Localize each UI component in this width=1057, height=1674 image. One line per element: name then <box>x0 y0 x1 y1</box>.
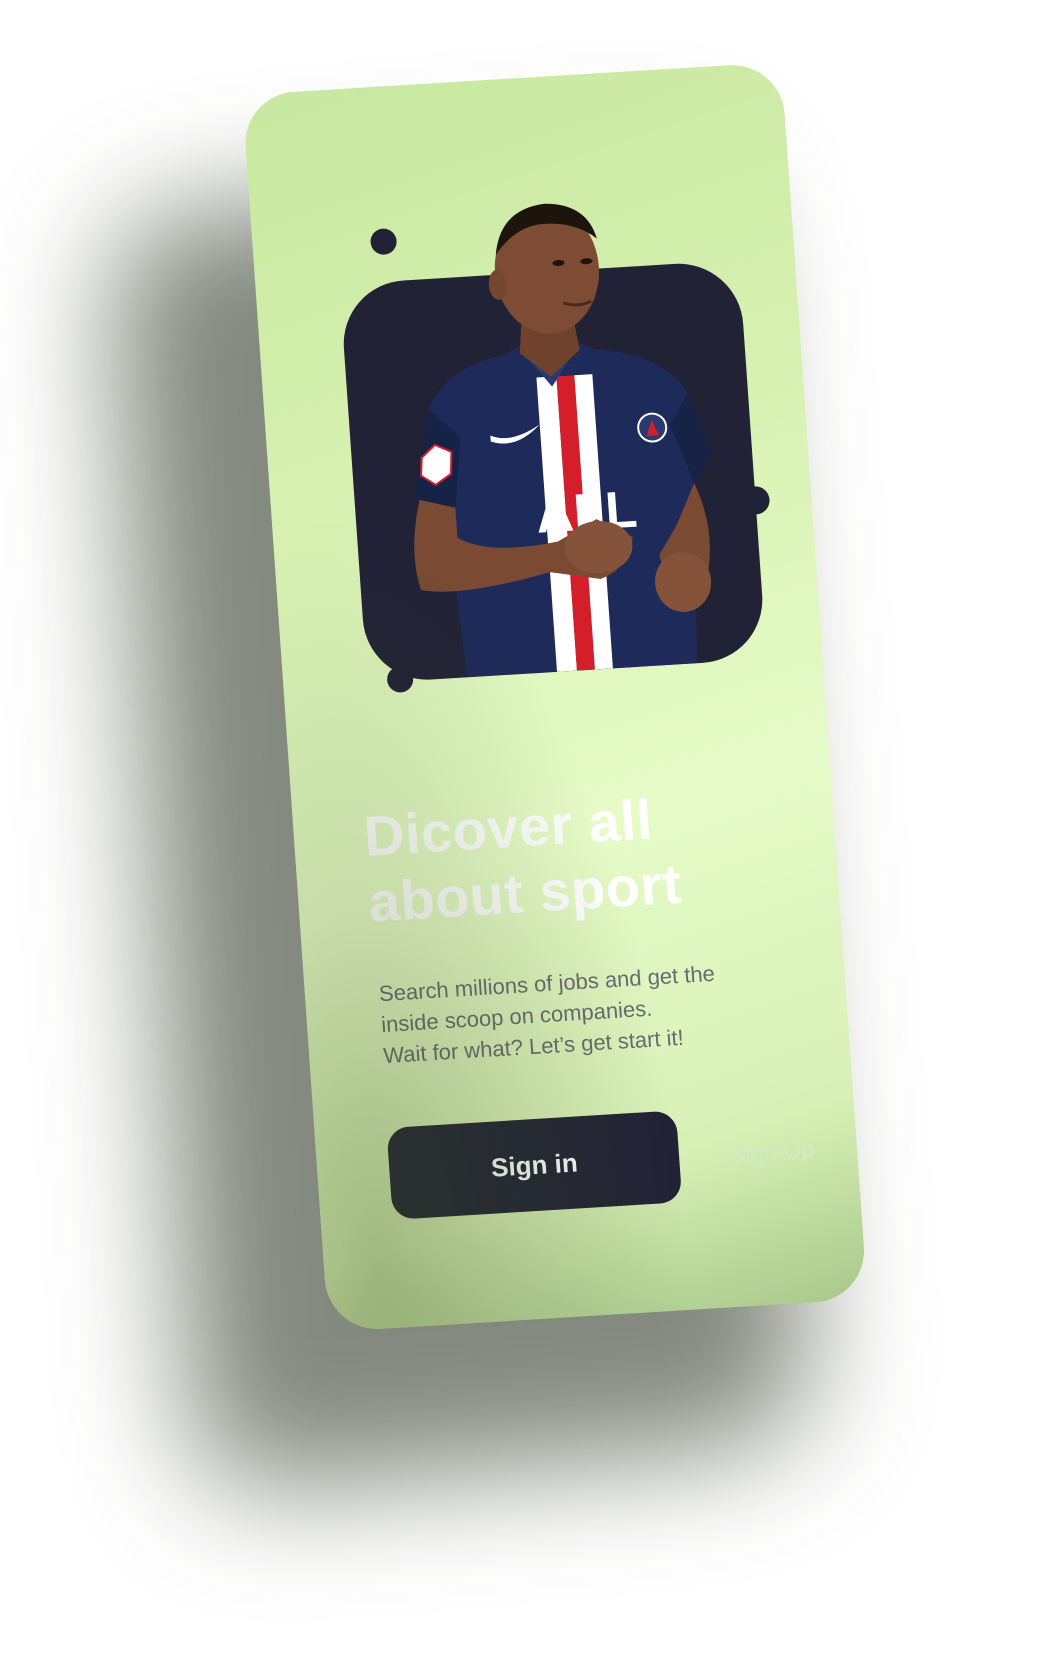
player-illustration: ALL <box>414 203 713 678</box>
sign-in-button[interactable]: Sign in <box>386 1110 683 1220</box>
hero-photo-card: ALL <box>339 203 767 684</box>
onboarding-description: Search millions of jobs and get the insi… <box>378 960 716 1069</box>
player-photo: ALL <box>374 192 736 681</box>
phone-screen: ALL Dicover all about sport Search milli… <box>242 62 868 1332</box>
mockup-stage: ALL Dicover all about sport Search milli… <box>0 0 1057 1674</box>
onboarding-headline: Dicover all about sport <box>361 787 684 934</box>
sign-up-link[interactable]: Sign Up <box>728 1131 840 1174</box>
